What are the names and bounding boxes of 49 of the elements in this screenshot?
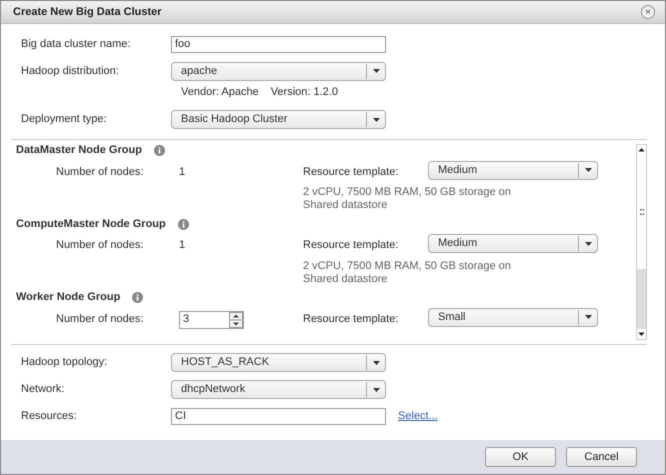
- caret-icon: [584, 315, 592, 319]
- caret-icon: [584, 242, 592, 246]
- info-icon[interactable]: [132, 292, 144, 303]
- description-text: 2 vCPU, 7500 MB RAM, 50 GB storage on Shared datastore: [302, 260, 512, 286]
- grip-icon[interactable]: [640, 208, 644, 215]
- dropdown[interactable]: HOST_AS_RACK: [171, 353, 386, 372]
- select-link[interactable]: Select...: [398, 408, 438, 425]
- field-label: Deployment type:: [21, 112, 108, 128]
- caret-icon: [372, 388, 380, 392]
- field-label: Hadoop distribution:: [21, 64, 120, 79]
- field-label: Number of nodes:: [56, 164, 144, 180]
- info-icon[interactable]: [154, 145, 165, 156]
- field-label: Big data cluster name:: [21, 36, 132, 52]
- dropdown[interactable]: Medium: [428, 160, 598, 180]
- dropdown[interactable]: apache: [171, 62, 386, 80]
- number-spinner[interactable]: 3: [179, 310, 244, 328]
- close-button[interactable]: ×: [641, 5, 655, 19]
- node-count: 1: [179, 164, 186, 180]
- field-label: Resource template:: [303, 164, 400, 180]
- group-title: Worker Node Group: [16, 290, 120, 306]
- dropdown[interactable]: Small: [428, 308, 598, 326]
- field-label: Resource template:: [303, 312, 400, 326]
- description-text: 2 vCPU, 7500 MB RAM, 50 GB storage on Shared datastore: [302, 186, 512, 212]
- info-icon[interactable]: [178, 218, 189, 230]
- caret-icon: [584, 168, 592, 172]
- field-label: Number of nodes:: [56, 238, 144, 253]
- caret-icon: [372, 360, 380, 364]
- dialog-title: Create New Big Data Cluster: [13, 4, 162, 20]
- group-title: DataMaster Node Group: [16, 143, 142, 158]
- text-field[interactable]: foo: [171, 36, 386, 52]
- info-text: Version: 1.2.0: [270, 85, 338, 100]
- group-title: ComputeMaster Node Group: [16, 216, 166, 232]
- node-count: 1: [179, 238, 186, 253]
- scrollbar[interactable]: [636, 144, 647, 340]
- field-label: Number of nodes:: [56, 312, 144, 326]
- caret-icon: [372, 69, 380, 73]
- dropdown[interactable]: dhcpNetwork: [171, 380, 386, 399]
- caret-icon: [372, 118, 380, 122]
- dropdown[interactable]: Medium: [428, 234, 598, 253]
- field-label: Network:: [21, 382, 66, 398]
- dialog-button[interactable]: Cancel: [566, 447, 637, 467]
- stepper-arrows-icon[interactable]: [229, 312, 243, 328]
- field-label: Resources:: [21, 409, 78, 424]
- dialog-button[interactable]: OK: [485, 447, 556, 467]
- field-label: Resource template:: [303, 238, 400, 253]
- dropdown[interactable]: Basic Hadoop Cluster: [171, 110, 386, 129]
- field-label: Hadoop topology:: [21, 355, 108, 370]
- text-field[interactable]: CI: [171, 408, 386, 425]
- info-text: Vendor: Apache: [181, 85, 259, 100]
